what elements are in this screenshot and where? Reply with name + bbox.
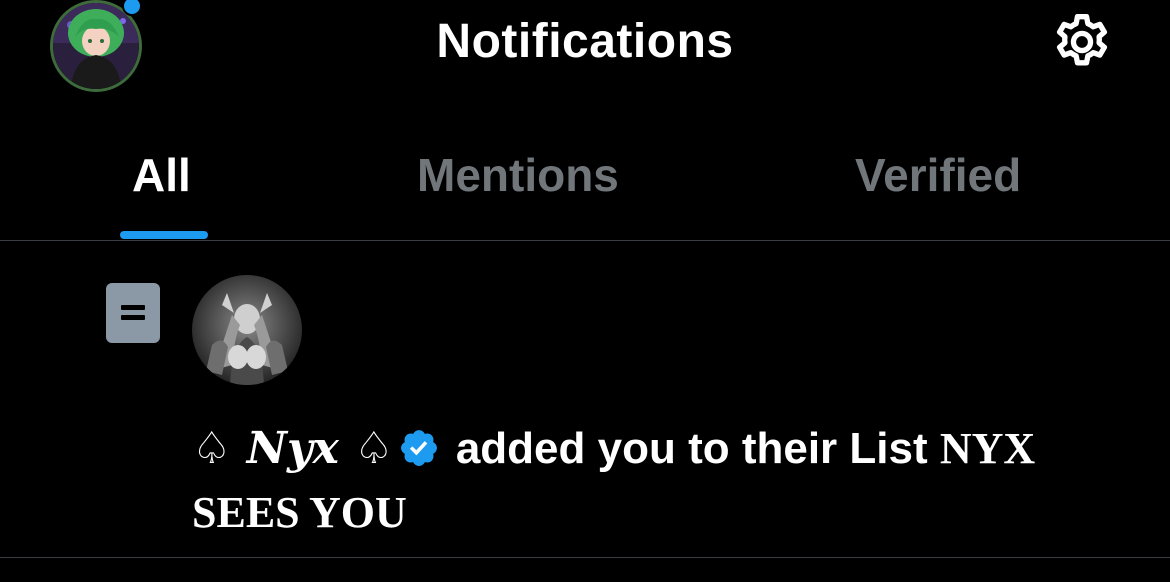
page-title: Notifications [436,15,734,68]
list-item[interactable]: ♤ 𝑵𝒚𝒙 ♤ added you to their List NYX SEES… [0,241,1170,557]
notification-tabs: All Mentions Verified [0,130,1170,240]
divider [0,557,1170,558]
verified-badge-icon [400,430,437,466]
tab-verified[interactable]: Verified [855,148,1021,202]
nyx-avatar-image [192,275,302,385]
list-icon [106,283,160,343]
spade-prefix: ♤ [192,423,232,474]
gear-icon[interactable] [1050,10,1114,74]
notification-action: added you to their List [455,424,928,473]
tab-all[interactable]: All [132,148,191,202]
active-tab-indicator [120,231,208,239]
tab-mentions[interactable]: Mentions [417,148,619,202]
actor-name-text: 𝑵𝒚𝒙 [246,423,339,474]
top-bar: Notifications [0,0,1170,100]
notification-text: ♤ 𝑵𝒚𝒙 ♤ added you to their List NYX SEES… [192,417,1132,545]
spade-suffix: ♤ [354,423,394,474]
actor-name[interactable]: ♤ 𝑵𝒚𝒙 ♤ [192,423,394,474]
nyx-avatar[interactable] [192,275,302,385]
